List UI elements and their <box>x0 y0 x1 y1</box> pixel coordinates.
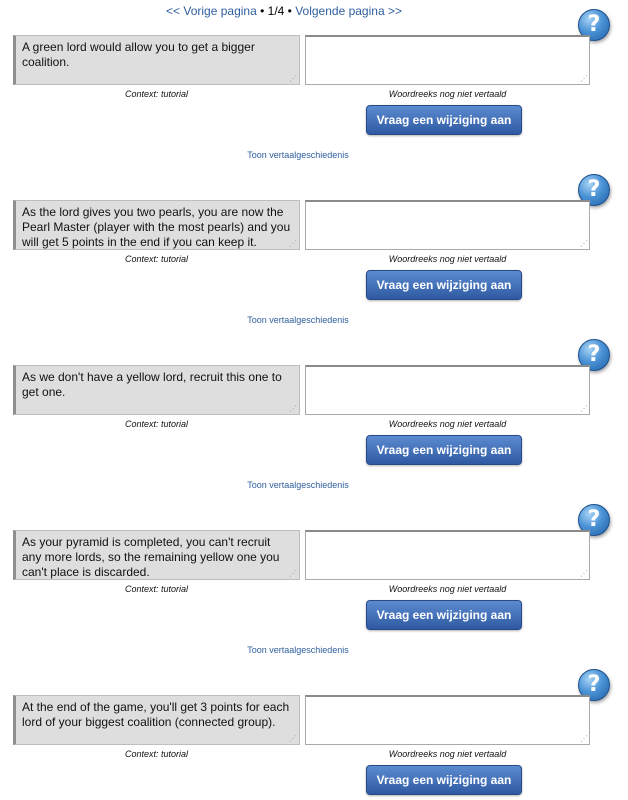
resize-grip-icon: ⋰ <box>289 569 297 578</box>
resize-grip-icon[interactable]: ⋰ <box>580 240 588 248</box>
request-change-button[interactable]: Vraag een wijziging aan <box>366 435 522 465</box>
request-change-button[interactable]: Vraag een wijziging aan <box>366 765 522 795</box>
show-history-link-text[interactable]: Toon vertaalgeschiedenis <box>247 150 349 160</box>
translation-input[interactable] <box>305 200 590 250</box>
resize-grip-icon: ⋰ <box>289 74 297 83</box>
show-history-link-text[interactable]: Toon vertaalgeschiedenis <box>247 315 349 325</box>
status-label: Woordreeks nog niet vertaald <box>388 89 507 99</box>
status-label: Woordreeks nog niet vertaald <box>388 419 507 429</box>
source-text: At the end of the game, you'll get 3 poi… <box>13 695 300 745</box>
show-history-link-text[interactable]: Toon vertaalgeschiedenis <box>247 480 349 490</box>
status-label: Woordreeks nog niet vertaald <box>388 584 507 594</box>
translation-entry: ? As we don't have a yellow lord, recrui… <box>0 339 628 504</box>
resize-grip-icon: ⋰ <box>289 734 297 743</box>
show-history-link: Toon vertaalgeschiedenis <box>0 480 596 490</box>
resize-grip-icon[interactable]: ⋰ <box>580 735 588 743</box>
context-label: Context: tutorial <box>124 89 189 99</box>
resize-grip-icon: ⋰ <box>289 239 297 248</box>
context-label: Context: tutorial <box>124 254 189 264</box>
translation-input[interactable] <box>305 365 590 415</box>
show-history-link: Toon vertaalgeschiedenis <box>0 150 596 160</box>
resize-grip-icon[interactable]: ⋰ <box>580 405 588 413</box>
translation-input[interactable] <box>305 695 590 745</box>
request-change-button[interactable]: Vraag een wijziging aan <box>366 270 522 300</box>
translation-entry: ? At the end of the game, you'll get 3 p… <box>0 669 628 800</box>
request-change-button[interactable]: Vraag een wijziging aan <box>366 105 522 135</box>
show-history-link-text[interactable]: Toon vertaalgeschiedenis <box>247 645 349 655</box>
translation-entry: ? As your pyramid is completed, you can'… <box>0 504 628 669</box>
show-history-link: Toon vertaalgeschiedenis <box>0 645 596 655</box>
resize-grip-icon: ⋰ <box>289 404 297 413</box>
context-label: Context: tutorial <box>124 749 189 759</box>
translation-input[interactable] <box>305 35 590 85</box>
context-label: Context: tutorial <box>124 584 189 594</box>
resize-grip-icon[interactable]: ⋰ <box>580 570 588 578</box>
translation-input[interactable] <box>305 530 590 580</box>
request-change-button[interactable]: Vraag een wijziging aan <box>366 600 522 630</box>
translation-entry: ? As the lord gives you two pearls, you … <box>0 174 628 339</box>
context-label: Context: tutorial <box>124 419 189 429</box>
source-text: As we don't have a yellow lord, recruit … <box>13 365 300 415</box>
source-text: As the lord gives you two pearls, you ar… <box>13 200 300 250</box>
source-text: As your pyramid is completed, you can't … <box>13 530 300 580</box>
resize-grip-icon[interactable]: ⋰ <box>580 75 588 83</box>
show-history-link: Toon vertaalgeschiedenis <box>0 315 596 325</box>
source-text: A green lord would allow you to get a bi… <box>13 35 300 85</box>
translation-entry: ? A green lord would allow you to get a … <box>0 9 628 174</box>
status-label: Woordreeks nog niet vertaald <box>388 254 507 264</box>
status-label: Woordreeks nog niet vertaald <box>388 749 507 759</box>
